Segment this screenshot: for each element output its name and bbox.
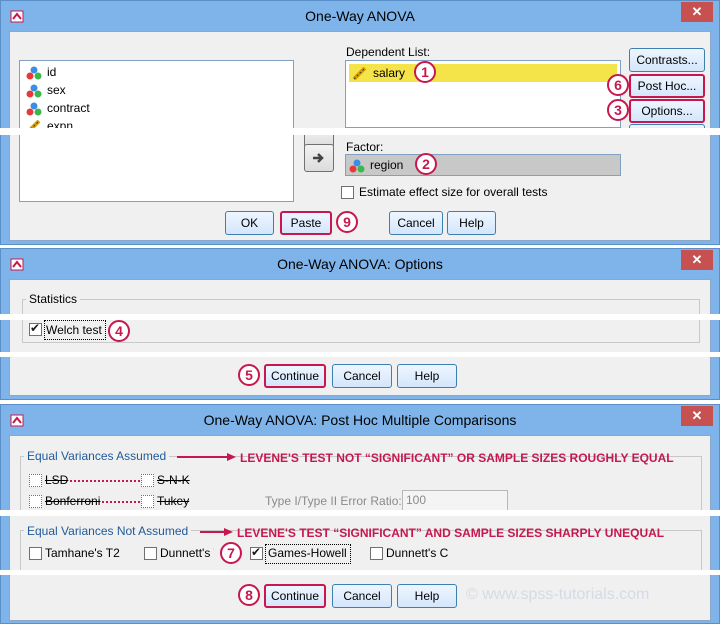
factor-item: region (349, 156, 403, 174)
cancel-button[interactable]: Cancel (389, 211, 443, 235)
effect-size-checkbox[interactable] (341, 186, 354, 199)
variable-label: contract (47, 101, 90, 115)
lsd-checkbox[interactable] (29, 474, 42, 487)
anova-client: id sex contract expn Dependent List: sal… (9, 31, 711, 241)
equal-variances-note: LEVENE'S TEST NOT “SIGNIFICANT” OR SAMPL… (240, 451, 674, 465)
spss-app-icon (10, 414, 24, 427)
posthoc-title: One-Way ANOVA: Post Hoc Multiple Compari… (203, 412, 517, 428)
dependent-highlight (441, 64, 617, 82)
badge-3: 3 (607, 99, 629, 121)
close-icon[interactable]: ✕ (681, 250, 713, 270)
tamhane-checkbox[interactable] (29, 547, 42, 560)
unequal-variances-note: LEVENE'S TEST “SIGNIFICANT” AND SAMPLE S… (237, 526, 665, 540)
spss-app-icon (10, 10, 24, 23)
badge-2: 2 (415, 153, 437, 175)
dependent-list-label: Dependent List: (346, 45, 431, 59)
cut-separator (0, 510, 720, 516)
anova-title: One-Way ANOVA (305, 8, 415, 24)
dunnett-c-label: Dunnett's C (386, 546, 449, 560)
bonferroni-checkbox[interactable] (29, 495, 42, 508)
post-hoc-button[interactable]: Post Hoc... (629, 74, 705, 98)
variable-label: id (47, 65, 57, 79)
watermark: © www.spss-tutorials.com (466, 586, 650, 603)
ok-button[interactable]: OK (225, 211, 274, 235)
dunnett-t3-checkbox[interactable] (144, 547, 157, 560)
paste-button[interactable]: Paste (280, 211, 332, 235)
anova-titlebar: One-Way ANOVA ✕ (1, 1, 719, 31)
factor-item-label: region (370, 158, 404, 172)
posthoc-client: Equal Variances Assumed LEVENE'S TEST NO… (9, 435, 711, 621)
games-howell-label: Games-Howell (268, 546, 347, 560)
tukey-label: Tukey (157, 494, 190, 508)
badge-5: 5 (238, 364, 260, 386)
anova-dialog: One-Way ANOVA ✕ id sex contract expn Dep… (0, 0, 720, 245)
spss-app-icon (10, 258, 24, 271)
dotted-connector (102, 501, 142, 503)
badge-7: 7 (220, 542, 242, 564)
variable-label: sex (47, 83, 66, 97)
variable-item[interactable]: id (26, 63, 56, 81)
scale-variable-icon (352, 66, 368, 81)
dotted-connector (70, 480, 140, 482)
cancel-button[interactable]: Cancel (332, 584, 392, 608)
options-button[interactable]: Options... (629, 99, 705, 123)
effect-size-label: Estimate effect size for overall tests (359, 185, 548, 199)
options-dialog: One-Way ANOVA: Options ✕ Statistics Welc… (0, 248, 720, 400)
arrow-right-icon (177, 453, 236, 461)
badge-9: 9 (336, 211, 358, 233)
error-ratio-input[interactable]: 100 (402, 490, 508, 511)
statistics-group-title: Statistics (26, 292, 81, 306)
cut-separator (0, 128, 720, 135)
cut-separator (0, 570, 720, 575)
posthoc-titlebar: One-Way ANOVA: Post Hoc Multiple Compari… (1, 405, 719, 435)
options-title: One-Way ANOVA: Options (277, 256, 443, 272)
badge-6: 6 (607, 74, 629, 96)
factor-label: Factor: (346, 140, 384, 154)
options-client: Statistics Welch test 4 5 Continue Cance… (9, 279, 711, 396)
options-titlebar: One-Way ANOVA: Options ✕ (1, 249, 719, 279)
variable-item[interactable]: contract (26, 99, 90, 117)
dunnett-t3-label: Dunnett's T3 (160, 546, 214, 560)
lsd-label: LSD (45, 473, 69, 487)
equal-variances-title: Equal Variances Assumed (24, 449, 170, 463)
tukey-checkbox[interactable] (141, 495, 154, 508)
snk-label: S-N-K (157, 473, 190, 487)
contrasts-button[interactable]: Contrasts... (629, 48, 705, 72)
help-button[interactable]: Help (397, 584, 457, 608)
badge-4: 4 (108, 320, 130, 342)
dependent-list[interactable]: salary (345, 60, 621, 128)
cut-separator (0, 352, 720, 357)
bonferroni-label: Bonferroni (45, 494, 101, 508)
close-icon[interactable]: ✕ (681, 2, 713, 22)
variable-item[interactable]: sex (26, 81, 66, 99)
games-howell-checkbox[interactable] (250, 545, 263, 560)
help-button[interactable]: Help (397, 364, 457, 388)
close-icon[interactable]: ✕ (681, 406, 713, 426)
welch-checkbox[interactable] (29, 321, 42, 336)
badge-1: 1 (414, 61, 436, 83)
nominal-variable-icon (26, 102, 42, 116)
dependent-item-label: salary (373, 66, 406, 80)
error-ratio-value: 100 (406, 493, 427, 507)
welch-label: Welch test (46, 323, 102, 337)
badge-8: 8 (238, 584, 260, 606)
dunnett-t3-clip: Dunnett's T3 (160, 546, 214, 562)
continue-button[interactable]: Continue (264, 584, 326, 608)
arrow-right-icon (313, 153, 324, 163)
factor-field[interactable]: region (345, 154, 621, 176)
unequal-variances-title: Equal Variances Not Assumed (24, 524, 192, 538)
continue-button[interactable]: Continue (264, 364, 326, 388)
nominal-variable-icon (349, 159, 365, 173)
cancel-button[interactable]: Cancel (332, 364, 392, 388)
nominal-variable-icon (26, 84, 42, 98)
cut-separator (0, 314, 720, 320)
error-ratio-label: Type I/Type II Error Ratio: (265, 494, 402, 508)
arrow-right-icon (200, 528, 233, 536)
help-button[interactable]: Help (447, 211, 496, 235)
nominal-variable-icon (26, 66, 42, 80)
dunnett-c-checkbox[interactable] (370, 547, 383, 560)
snk-checkbox[interactable] (141, 474, 154, 487)
move-to-factor-button[interactable] (304, 144, 334, 172)
tamhane-label: Tamhane's T2 (45, 546, 120, 560)
